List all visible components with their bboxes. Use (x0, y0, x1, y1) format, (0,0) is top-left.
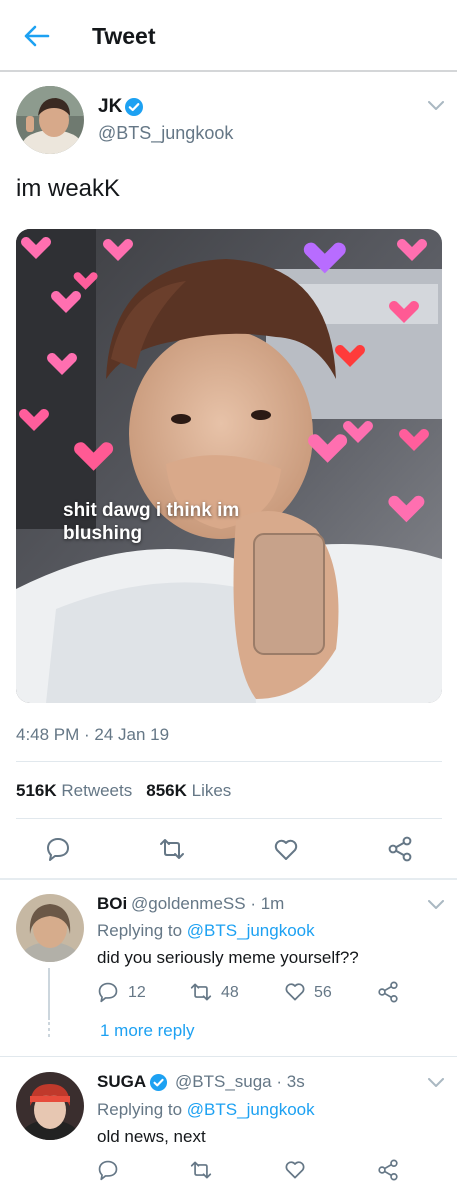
likes-count[interactable]: 856K (146, 781, 187, 800)
media-caption: shit dawg i think im blushing (63, 500, 240, 544)
reply-avatar[interactable] (16, 1072, 84, 1140)
reply-text: old news, next (97, 1127, 206, 1146)
like-icon[interactable] (284, 981, 306, 1003)
like-icon[interactable] (284, 1159, 306, 1181)
retweet-icon[interactable] (159, 836, 185, 862)
chevron-down-icon[interactable] (428, 900, 444, 910)
reply-item[interactable]: SUGA @BTS_suga · 3s Replying to @BTS_jun… (0, 1058, 457, 1200)
reply-author-handle[interactable]: @goldenmeSS (131, 894, 246, 913)
reply-count: 12 (128, 984, 146, 1001)
tweet-stats: 516K Retweets 856K Likes (16, 781, 231, 801)
retweet-count: 48 (221, 984, 239, 1001)
reply-author-name[interactable]: BOi (97, 894, 127, 914)
reply-avatar[interactable] (16, 894, 84, 962)
author-avatar[interactable] (16, 86, 84, 154)
chevron-down-icon[interactable] (428, 101, 444, 111)
tweet-timestamp: 4:48 PM · 24 Jan 19 (16, 725, 170, 744)
divider (0, 1056, 457, 1057)
reply-time: · 1m (250, 894, 285, 913)
divider (16, 761, 442, 762)
like-icon[interactable] (273, 837, 299, 863)
top-bar: Tweet (0, 0, 457, 72)
thread-dot (48, 1028, 50, 1031)
verified-badge-icon (149, 1073, 168, 1092)
like-count: 56 (314, 984, 332, 1001)
replying-label: Replying to (97, 921, 183, 940)
reply-icon[interactable] (45, 836, 71, 862)
arrow-left-icon[interactable] (22, 24, 50, 48)
reply-author-name[interactable]: SUGA (97, 1072, 146, 1092)
replying-to-link[interactable]: @BTS_jungkook (187, 921, 315, 940)
chevron-down-icon[interactable] (428, 1078, 444, 1088)
reply-icon[interactable] (97, 1159, 119, 1181)
share-icon[interactable] (377, 981, 399, 1003)
share-icon[interactable] (387, 836, 413, 862)
verified-badge-icon (125, 98, 143, 116)
more-replies-link[interactable]: 1 more reply (100, 1021, 194, 1041)
reply-icon[interactable] (97, 981, 119, 1003)
reply-text: did you seriously meme yourself?? (97, 948, 359, 967)
thread-dot (48, 1034, 50, 1037)
retweets-label[interactable]: Retweets (61, 781, 132, 800)
retweets-count[interactable]: 516K (16, 781, 57, 800)
thread-line (48, 968, 50, 1020)
retweet-icon[interactable] (190, 981, 212, 1003)
reply-author-handle[interactable]: @BTS_suga (175, 1072, 272, 1091)
author-name[interactable]: JK (98, 96, 122, 118)
tweet-text: im weakK (16, 175, 121, 202)
author-handle[interactable]: @BTS_jungkook (98, 123, 233, 144)
likes-label[interactable]: Likes (192, 781, 232, 800)
tweet-media[interactable]: shit dawg i think im blushing (16, 229, 442, 703)
retweet-icon[interactable] (190, 1159, 212, 1181)
replying-to-link[interactable]: @BTS_jungkook (187, 1100, 315, 1119)
replying-label: Replying to (97, 1100, 183, 1119)
reply-item[interactable]: BOi @goldenmeSS · 1m Replying to @BTS_ju… (0, 880, 457, 1056)
page-title: Tweet (92, 23, 156, 49)
share-icon[interactable] (377, 1159, 399, 1181)
divider (16, 818, 442, 819)
thread-dot (48, 1022, 50, 1025)
reply-time: · 3s (276, 1072, 305, 1091)
media-photo (16, 229, 442, 703)
